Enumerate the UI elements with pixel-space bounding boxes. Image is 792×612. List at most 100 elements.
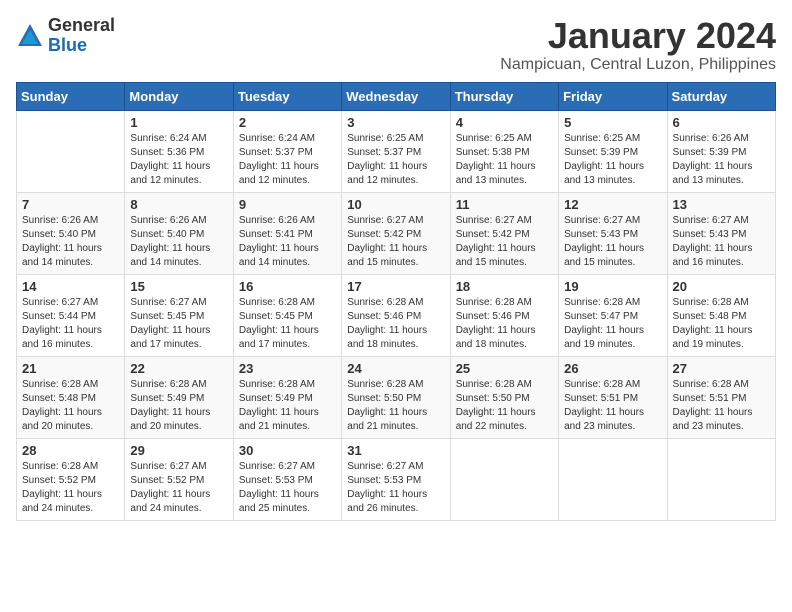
calendar-table: SundayMondayTuesdayWednesdayThursdayFrid… <box>16 82 776 521</box>
day-number: 15 <box>130 279 227 294</box>
calendar-cell: 17 Sunrise: 6:28 AM Sunset: 5:46 PM Dayli… <box>342 274 450 356</box>
day-number: 3 <box>347 115 444 130</box>
day-number: 10 <box>347 197 444 212</box>
calendar-cell: 14 Sunrise: 6:27 AM Sunset: 5:44 PM Dayli… <box>17 274 125 356</box>
calendar-cell: 15 Sunrise: 6:27 AM Sunset: 5:45 PM Dayli… <box>125 274 233 356</box>
logo-blue: Blue <box>48 36 115 56</box>
day-number: 27 <box>673 361 770 376</box>
day-number: 13 <box>673 197 770 212</box>
day-number: 4 <box>456 115 553 130</box>
calendar-week-row: 1Sunrise: 6:24 AM Sunset: 5:36 PM Daylig… <box>17 110 776 192</box>
day-info: Sunrise: 6:27 AM Sunset: 5:53 PM Dayligh… <box>347 460 444 516</box>
calendar-cell <box>450 438 558 520</box>
day-of-week-header: Monday <box>125 82 233 110</box>
calendar-week-row: 21 Sunrise: 6:28 AM Sunset: 5:48 PM Dayli… <box>17 356 776 438</box>
calendar-cell: 5Sunrise: 6:25 AM Sunset: 5:39 PM Daylig… <box>559 110 667 192</box>
title-block: January 2024 Nampicuan, Central Luzon, P… <box>500 16 776 74</box>
calendar-cell: 25 Sunrise: 6:28 AM Sunset: 5:50 PM Dayli… <box>450 356 558 438</box>
day-info: Sunrise: 6:27 AM Sunset: 5:43 PM Dayligh… <box>673 214 770 270</box>
day-number: 8 <box>130 197 227 212</box>
calendar-cell: 11 Sunrise: 6:27 AM Sunset: 5:42 PM Dayli… <box>450 192 558 274</box>
calendar-cell: 18 Sunrise: 6:28 AM Sunset: 5:46 PM Dayli… <box>450 274 558 356</box>
logo-general: General <box>48 16 115 36</box>
day-info: Sunrise: 6:27 AM Sunset: 5:42 PM Dayligh… <box>347 214 444 270</box>
day-number: 14 <box>22 279 119 294</box>
day-info: Sunrise: 6:28 AM Sunset: 5:49 PM Dayligh… <box>130 378 227 434</box>
day-info: Sunrise: 6:27 AM Sunset: 5:52 PM Dayligh… <box>130 460 227 516</box>
calendar-cell: 24 Sunrise: 6:28 AM Sunset: 5:50 PM Dayli… <box>342 356 450 438</box>
calendar-cell: 2 Sunrise: 6:24 AM Sunset: 5:37 PM Daylig… <box>233 110 341 192</box>
calendar-week-row: 28Sunrise: 6:28 AM Sunset: 5:52 PM Dayli… <box>17 438 776 520</box>
calendar-cell: 1Sunrise: 6:24 AM Sunset: 5:36 PM Daylig… <box>125 110 233 192</box>
day-info: Sunrise: 6:26 AM Sunset: 5:39 PM Dayligh… <box>673 132 770 188</box>
day-info: Sunrise: 6:28 AM Sunset: 5:51 PM Dayligh… <box>673 378 770 434</box>
day-info: Sunrise: 6:26 AM Sunset: 5:40 PM Dayligh… <box>130 214 227 270</box>
day-number: 25 <box>456 361 553 376</box>
day-info: Sunrise: 6:28 AM Sunset: 5:51 PM Dayligh… <box>564 378 661 434</box>
day-number: 2 <box>239 115 336 130</box>
calendar-cell: 30Sunrise: 6:27 AM Sunset: 5:53 PM Dayli… <box>233 438 341 520</box>
calendar-cell: 22 Sunrise: 6:28 AM Sunset: 5:49 PM Dayli… <box>125 356 233 438</box>
calendar-week-row: 14 Sunrise: 6:27 AM Sunset: 5:44 PM Dayli… <box>17 274 776 356</box>
day-number: 26 <box>564 361 661 376</box>
day-number: 6 <box>673 115 770 130</box>
logo-icon <box>16 22 44 50</box>
day-info: Sunrise: 6:25 AM Sunset: 5:37 PM Dayligh… <box>347 132 444 188</box>
day-number: 20 <box>673 279 770 294</box>
calendar-cell: 28Sunrise: 6:28 AM Sunset: 5:52 PM Dayli… <box>17 438 125 520</box>
day-number: 17 <box>347 279 444 294</box>
day-number: 1 <box>130 115 227 130</box>
day-number: 22 <box>130 361 227 376</box>
day-number: 18 <box>456 279 553 294</box>
calendar-cell: 7Sunrise: 6:26 AM Sunset: 5:40 PM Daylig… <box>17 192 125 274</box>
day-number: 7 <box>22 197 119 212</box>
day-info: Sunrise: 6:28 AM Sunset: 5:45 PM Dayligh… <box>239 296 336 352</box>
day-of-week-header: Tuesday <box>233 82 341 110</box>
calendar-cell: 9Sunrise: 6:26 AM Sunset: 5:41 PM Daylig… <box>233 192 341 274</box>
day-info: Sunrise: 6:24 AM Sunset: 5:37 PM Dayligh… <box>239 132 336 188</box>
calendar-cell: 21 Sunrise: 6:28 AM Sunset: 5:48 PM Dayli… <box>17 356 125 438</box>
day-info: Sunrise: 6:28 AM Sunset: 5:46 PM Dayligh… <box>456 296 553 352</box>
day-info: Sunrise: 6:27 AM Sunset: 5:45 PM Dayligh… <box>130 296 227 352</box>
calendar-cell: 16 Sunrise: 6:28 AM Sunset: 5:45 PM Dayli… <box>233 274 341 356</box>
day-info: Sunrise: 6:28 AM Sunset: 5:52 PM Dayligh… <box>22 460 119 516</box>
day-number: 24 <box>347 361 444 376</box>
calendar-cell: 27 Sunrise: 6:28 AM Sunset: 5:51 PM Dayli… <box>667 356 775 438</box>
day-info: Sunrise: 6:28 AM Sunset: 5:47 PM Dayligh… <box>564 296 661 352</box>
location-title: Nampicuan, Central Luzon, Philippines <box>500 56 776 74</box>
calendar-cell: 29 Sunrise: 6:27 AM Sunset: 5:52 PM Dayli… <box>125 438 233 520</box>
day-info: Sunrise: 6:27 AM Sunset: 5:53 PM Dayligh… <box>239 460 336 516</box>
calendar-cell <box>559 438 667 520</box>
calendar-cell: 23 Sunrise: 6:28 AM Sunset: 5:49 PM Dayli… <box>233 356 341 438</box>
day-info: Sunrise: 6:28 AM Sunset: 5:46 PM Dayligh… <box>347 296 444 352</box>
day-info: Sunrise: 6:27 AM Sunset: 5:42 PM Dayligh… <box>456 214 553 270</box>
calendar-cell: 8 Sunrise: 6:26 AM Sunset: 5:40 PM Daylig… <box>125 192 233 274</box>
day-info: Sunrise: 6:27 AM Sunset: 5:44 PM Dayligh… <box>22 296 119 352</box>
day-of-week-header: Thursday <box>450 82 558 110</box>
calendar-cell: 26 Sunrise: 6:28 AM Sunset: 5:51 PM Dayli… <box>559 356 667 438</box>
day-number: 29 <box>130 443 227 458</box>
day-info: Sunrise: 6:28 AM Sunset: 5:48 PM Dayligh… <box>22 378 119 434</box>
day-number: 11 <box>456 197 553 212</box>
day-info: Sunrise: 6:28 AM Sunset: 5:50 PM Dayligh… <box>456 378 553 434</box>
month-title: January 2024 <box>500 16 776 56</box>
calendar-cell: 3 Sunrise: 6:25 AM Sunset: 5:37 PM Daylig… <box>342 110 450 192</box>
day-info: Sunrise: 6:25 AM Sunset: 5:38 PM Dayligh… <box>456 132 553 188</box>
day-number: 16 <box>239 279 336 294</box>
page-header: General Blue January 2024 Nampicuan, Cen… <box>16 16 776 74</box>
day-info: Sunrise: 6:28 AM Sunset: 5:50 PM Dayligh… <box>347 378 444 434</box>
day-of-week-header: Wednesday <box>342 82 450 110</box>
day-of-week-header: Saturday <box>667 82 775 110</box>
calendar-cell: 10 Sunrise: 6:27 AM Sunset: 5:42 PM Dayli… <box>342 192 450 274</box>
calendar-cell: 13 Sunrise: 6:27 AM Sunset: 5:43 PM Dayli… <box>667 192 775 274</box>
day-info: Sunrise: 6:28 AM Sunset: 5:48 PM Dayligh… <box>673 296 770 352</box>
day-info: Sunrise: 6:25 AM Sunset: 5:39 PM Dayligh… <box>564 132 661 188</box>
logo-text: General Blue <box>48 16 115 56</box>
day-number: 21 <box>22 361 119 376</box>
day-number: 23 <box>239 361 336 376</box>
day-of-week-header: Sunday <box>17 82 125 110</box>
day-info: Sunrise: 6:28 AM Sunset: 5:49 PM Dayligh… <box>239 378 336 434</box>
logo: General Blue <box>16 16 115 56</box>
day-number: 31 <box>347 443 444 458</box>
day-of-week-header: Friday <box>559 82 667 110</box>
